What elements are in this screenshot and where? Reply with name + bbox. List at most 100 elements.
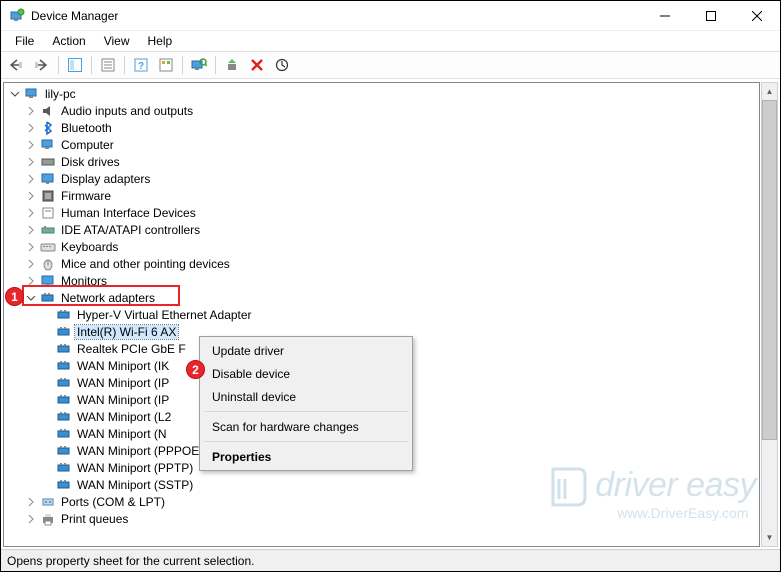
- tree-device-label: WAN Miniport (IP: [75, 393, 171, 407]
- toolbar-separator: [215, 56, 216, 74]
- action-button[interactable]: [154, 54, 178, 76]
- network-adapter-icon: [56, 477, 72, 493]
- toolbar-separator: [58, 56, 59, 74]
- tree-device-label: Intel(R) Wi-Fi 6 AX: [75, 325, 178, 339]
- expand-icon[interactable]: [24, 189, 38, 203]
- app-icon: [9, 8, 25, 24]
- disable-button[interactable]: [270, 54, 294, 76]
- update-driver-button[interactable]: [220, 54, 244, 76]
- toolbar-separator: [124, 56, 125, 74]
- bluetooth-icon: [40, 120, 56, 136]
- ctx-scan-hardware[interactable]: Scan for hardware changes: [202, 415, 410, 438]
- network-adapter-icon: [56, 409, 72, 425]
- tree-category[interactable]: Ports (COM & LPT): [8, 493, 759, 510]
- scroll-track[interactable]: [762, 440, 777, 529]
- tree-category-label: Disk drives: [59, 155, 122, 169]
- display-icon: [40, 171, 56, 187]
- tree-category[interactable]: Disk drives: [8, 153, 759, 170]
- scroll-up-button[interactable]: ▲: [762, 83, 777, 100]
- uninstall-button[interactable]: [245, 54, 269, 76]
- expand-icon[interactable]: [24, 104, 38, 118]
- help-button[interactable]: ?: [129, 54, 153, 76]
- properties-button[interactable]: [96, 54, 120, 76]
- tree-device-label: Realtek PCIe GbE F: [75, 342, 188, 356]
- expand-icon[interactable]: [24, 495, 38, 509]
- minimize-button[interactable]: [642, 1, 688, 31]
- collapse-icon[interactable]: [24, 291, 38, 305]
- tree-device-label: WAN Miniport (L2: [75, 410, 173, 424]
- network-adapter-icon: [56, 460, 72, 476]
- tree-category-label: Monitors: [59, 274, 109, 288]
- tree-category-label: Computer: [59, 138, 116, 152]
- statusbar-text: Opens property sheet for the current sel…: [7, 554, 254, 568]
- close-button[interactable]: [734, 1, 780, 31]
- forward-button[interactable]: [30, 54, 54, 76]
- network-adapter-icon: [56, 392, 72, 408]
- firmware-icon: [40, 188, 56, 204]
- ctx-disable-device[interactable]: Disable device: [202, 362, 410, 385]
- titlebar: Device Manager: [1, 1, 780, 31]
- menu-view[interactable]: View: [96, 33, 138, 49]
- expand-icon[interactable]: [24, 257, 38, 271]
- back-button[interactable]: [5, 54, 29, 76]
- expand-icon[interactable]: [24, 121, 38, 135]
- callout-1: 1: [5, 287, 24, 306]
- toolbar: ?: [1, 51, 780, 79]
- tree-category[interactable]: Computer: [8, 136, 759, 153]
- tree-category[interactable]: Audio inputs and outputs: [8, 102, 759, 119]
- tree-category-label: Audio inputs and outputs: [59, 104, 195, 118]
- ctx-separator: [204, 411, 408, 412]
- ctx-uninstall-device[interactable]: Uninstall device: [202, 385, 410, 408]
- collapse-icon[interactable]: [8, 87, 22, 101]
- network-adapter-icon: [40, 290, 56, 306]
- expand-icon[interactable]: [24, 155, 38, 169]
- tree-category[interactable]: Firmware: [8, 187, 759, 204]
- expand-icon[interactable]: [24, 223, 38, 237]
- menu-help[interactable]: Help: [140, 33, 181, 49]
- tree-category[interactable]: Print queues: [8, 510, 759, 527]
- expand-icon[interactable]: [24, 274, 38, 288]
- expand-icon[interactable]: [24, 172, 38, 186]
- expand-icon[interactable]: [24, 138, 38, 152]
- tree-device-label: WAN Miniport (SSTP): [75, 478, 195, 492]
- network-adapter-icon: [56, 443, 72, 459]
- expand-icon[interactable]: [24, 512, 38, 526]
- keyboard-icon: [40, 239, 56, 255]
- tree-category[interactable]: Keyboards: [8, 238, 759, 255]
- tree-category-label: Bluetooth: [59, 121, 114, 135]
- device-tree-pane: lily-pc Audio inputs and outputs Bluetoot…: [3, 82, 760, 547]
- tree-category[interactable]: Monitors: [8, 272, 759, 289]
- tree-category[interactable]: Human Interface Devices: [8, 204, 759, 221]
- tree-device[interactable]: Hyper-V Virtual Ethernet Adapter: [8, 306, 759, 323]
- window-title: Device Manager: [31, 9, 118, 23]
- monitor-icon: [40, 273, 56, 289]
- tree-category-label: Print queues: [59, 512, 130, 526]
- tree-category[interactable]: Mice and other pointing devices: [8, 255, 759, 272]
- expand-icon[interactable]: [24, 240, 38, 254]
- show-hide-tree-button[interactable]: [63, 54, 87, 76]
- ctx-update-driver[interactable]: Update driver: [202, 339, 410, 362]
- tree-category[interactable]: Bluetooth: [8, 119, 759, 136]
- tree-device[interactable]: WAN Miniport (SSTP): [8, 476, 759, 493]
- tree-category-network[interactable]: Network adapters: [8, 289, 759, 306]
- network-adapter-icon: [56, 307, 72, 323]
- tree-category[interactable]: IDE ATA/ATAPI controllers: [8, 221, 759, 238]
- content-area: lily-pc Audio inputs and outputs Bluetoot…: [1, 79, 780, 549]
- network-adapter-icon: [56, 375, 72, 391]
- maximize-button[interactable]: [688, 1, 734, 31]
- mouse-icon: [40, 256, 56, 272]
- callout-2: 2: [186, 360, 205, 379]
- menu-action[interactable]: Action: [44, 33, 93, 49]
- scan-hardware-button[interactable]: [187, 54, 211, 76]
- disk-icon: [40, 154, 56, 170]
- vertical-scrollbar[interactable]: ▲ ▼: [761, 82, 778, 547]
- tree-category[interactable]: Display adapters: [8, 170, 759, 187]
- tree-category-label: Firmware: [59, 189, 113, 203]
- menu-file[interactable]: File: [7, 33, 42, 49]
- expand-icon[interactable]: [24, 206, 38, 220]
- scroll-down-button[interactable]: ▼: [762, 529, 777, 546]
- tree-root[interactable]: lily-pc: [8, 85, 759, 102]
- tree-device-label: WAN Miniport (IK: [75, 359, 171, 373]
- ctx-properties[interactable]: Properties: [202, 445, 410, 468]
- scroll-thumb[interactable]: [762, 100, 777, 440]
